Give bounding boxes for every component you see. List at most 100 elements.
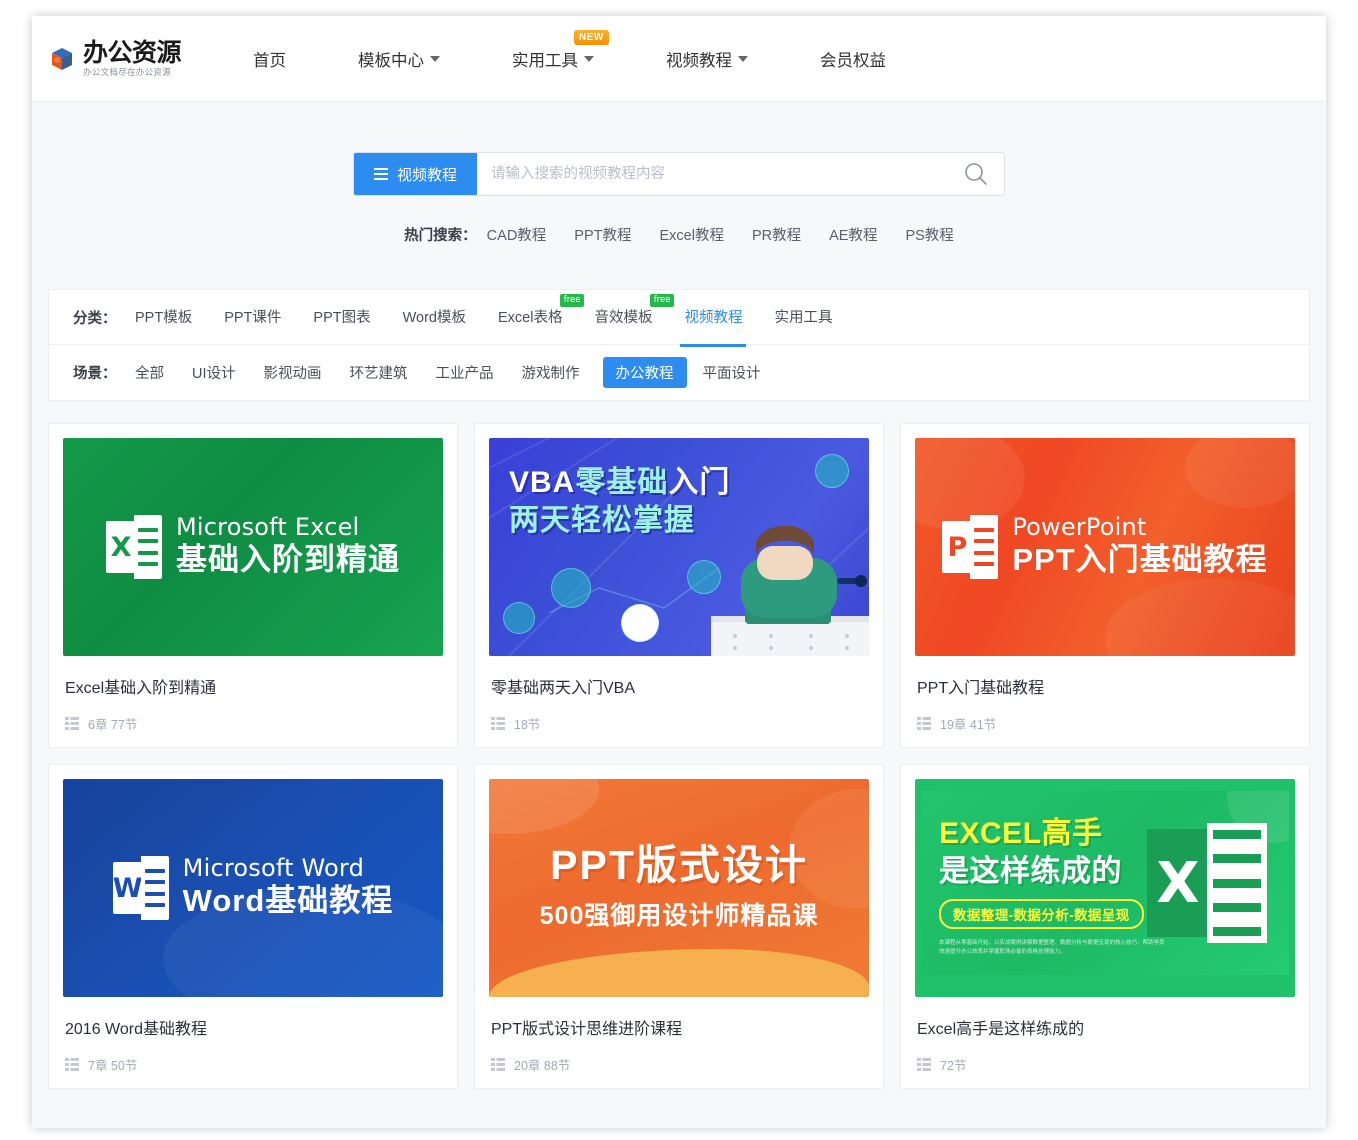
nav-label: 会员权益 — [820, 47, 886, 71]
thumbnail-brand-cn: PPT入门基础教程 — [1012, 541, 1267, 580]
category-filter-label: 分类： — [73, 307, 135, 328]
course-card[interactable]: W Microsoft Word Word基础教程 2016 Word基础教程 — [48, 764, 458, 1089]
course-title[interactable]: PPT版式设计思维进阶课程 — [489, 997, 869, 1039]
course-thumbnail-ppt-layout[interactable]: PPT版式设计 500强御用设计师精品课 — [489, 779, 869, 997]
course-meta: 20章 88节 — [489, 1039, 869, 1088]
person-at-desk-illustration — [711, 524, 869, 656]
nav-label: 首页 — [253, 47, 286, 71]
course-thumbnail-ppt-basic[interactable]: P PowerPoint PPT入门基础教程 — [915, 438, 1295, 656]
new-badge: NEW — [574, 30, 609, 45]
excel-logo-icon: X — [106, 515, 162, 579]
nav-item-video-tutorials[interactable]: 视频教程 — [666, 47, 748, 71]
vba-line1-b: 零基础 — [575, 466, 668, 499]
course-thumbnail-excel-basic[interactable]: X Microsoft Excel 基础入阶到精通 — [63, 438, 443, 656]
category-label: Excel表格 — [498, 310, 562, 326]
category-excel-sheet[interactable]: Excel表格 free — [498, 306, 562, 329]
vba-line1-c: 入门 — [668, 466, 730, 499]
course-card[interactable]: P PowerPoint PPT入门基础教程 PPT入门基础教程 — [900, 423, 1310, 748]
logo-grid — [134, 515, 162, 579]
decorative-circle-icon — [503, 602, 535, 634]
nav-item-tools[interactable]: 实用工具 NEW — [512, 47, 594, 71]
search-input[interactable] — [477, 153, 948, 195]
category-tools[interactable]: 实用工具 — [774, 306, 832, 329]
chevron-down-icon — [430, 56, 440, 62]
hot-search-label: 热门搜索： — [404, 224, 477, 245]
site-header: 办公资源 办公文档尽在办公资源 首页 模板中心 实用工具 NEW 视频教程 — [32, 16, 1326, 102]
scene-filter-label: 场景： — [73, 362, 135, 383]
site-logo[interactable]: 办公资源 办公文档尽在办公资源 — [48, 40, 198, 77]
category-ppt-template[interactable]: PPT模板 — [135, 306, 192, 329]
course-title[interactable]: 零基础两天入门VBA — [489, 656, 869, 698]
hot-search-item-ps[interactable]: PS教程 — [905, 224, 953, 245]
hot-search-item-ae[interactable]: AE教程 — [829, 224, 877, 245]
category-ppt-chart[interactable]: PPT图表 — [313, 306, 370, 329]
course-card[interactable]: EXCEL高手 是这样练成的 数据整理-数据分析-数据呈现 本课程从零基础开始，… — [900, 764, 1310, 1089]
hot-search-item-excel[interactable]: Excel教程 — [660, 224, 724, 245]
excel-logo-icon: X — [1147, 823, 1267, 943]
nav-label: 实用工具 — [512, 47, 578, 71]
course-thumbnail-vba[interactable]: VBA零基础入门 两天轻松掌握 — [489, 438, 869, 656]
banshi-line1: PPT版式设计 — [550, 844, 808, 887]
category-word-template[interactable]: Word模板 — [403, 306, 466, 329]
scene-graphic-design[interactable]: 平面设计 — [703, 362, 761, 383]
logo-grid — [141, 856, 169, 920]
course-thumbnail-word-basic[interactable]: W Microsoft Word Word基础教程 — [63, 779, 443, 997]
scene-filter-row: 场景： 全部 UI设计 影视动画 环艺建筑 工业产品 游戏制作 办公教程 平面设… — [49, 345, 1309, 400]
thumbnail-brand-en: Microsoft Word — [183, 855, 394, 881]
nav-item-template-center[interactable]: 模板中心 — [358, 47, 440, 71]
course-title[interactable]: Excel高手是这样练成的 — [915, 997, 1295, 1039]
course-card[interactable]: VBA零基础入门 两天轻松掌握 — [474, 423, 884, 748]
thumbnail-text: PPT版式设计 500强御用设计师精品课 — [489, 779, 869, 997]
site-page: 办公资源 办公文档尽在办公资源 首页 模板中心 实用工具 NEW 视频教程 — [32, 16, 1326, 1128]
course-meta-text: 19章 41节 — [940, 714, 996, 733]
chapters-grid-icon — [65, 1058, 79, 1071]
gaoshou-fine-print: 本课程从零基础开始，以实战案例讲解数据整理、数据分析与数据呈现的核心技巧，帮助学… — [939, 939, 1169, 959]
course-meta-text: 72节 — [940, 1055, 966, 1074]
logo-grid — [970, 515, 998, 579]
course-meta: 72节 — [915, 1039, 1295, 1088]
search-bar: 视频教程 — [353, 152, 1005, 196]
search-section: 视频教程 热门搜索： CAD教程 PPT教程 Excel教程 PR教程 AE教程… — [32, 102, 1326, 289]
scene-ui-design[interactable]: UI设计 — [192, 362, 236, 383]
scene-environment-architecture[interactable]: 环艺建筑 — [350, 362, 408, 383]
hot-search-item-ppt[interactable]: PPT教程 — [574, 224, 631, 245]
course-title[interactable]: PPT入门基础教程 — [915, 656, 1295, 698]
search-category-button[interactable]: 视频教程 — [354, 153, 477, 195]
scene-film-animation[interactable]: 影视动画 — [264, 362, 322, 383]
nav-item-home[interactable]: 首页 — [253, 47, 286, 71]
course-meta: 18节 — [489, 698, 869, 747]
chevron-down-icon — [738, 56, 748, 62]
search-submit-button[interactable] — [948, 153, 1004, 195]
decorative-circle-icon — [551, 568, 591, 608]
scene-all[interactable]: 全部 — [135, 362, 164, 383]
hot-search-item-pr[interactable]: PR教程 — [752, 224, 801, 245]
thumbnail-text: EXCEL高手 是这样练成的 数据整理-数据分析-数据呈现 本课程从零基础开始，… — [939, 817, 1169, 958]
category-video-tutorial[interactable]: 视频教程 — [684, 306, 742, 329]
free-badge: free — [560, 294, 585, 307]
course-title[interactable]: Excel基础入阶到精通 — [63, 656, 443, 698]
scene-industrial-product[interactable]: 工业产品 — [436, 362, 494, 383]
scene-office-tutorial[interactable]: 办公教程 — [603, 357, 687, 388]
course-card[interactable]: X Microsoft Excel 基础入阶到精通 Excel基础入阶到精通 — [48, 423, 458, 748]
vba-line1-a: VBA — [509, 466, 575, 499]
chapters-grid-icon — [491, 717, 505, 730]
thumbnail-inner-panel: EXCEL高手 是这样练成的 数据整理-数据分析-数据呈现 本课程从零基础开始，… — [921, 791, 1289, 975]
course-meta: 6章 77节 — [63, 698, 443, 747]
course-title[interactable]: 2016 Word基础教程 — [63, 997, 443, 1039]
thumbnail-brand-en: PowerPoint — [1012, 514, 1267, 540]
course-thumbnail-excel-master[interactable]: EXCEL高手 是这样练成的 数据整理-数据分析-数据呈现 本课程从零基础开始，… — [915, 779, 1295, 997]
magnifier-icon — [963, 161, 989, 187]
logo-letter: X — [1147, 829, 1209, 937]
nav-item-membership[interactable]: 会员权益 — [820, 47, 886, 71]
free-badge: free — [650, 294, 675, 307]
course-card[interactable]: PPT版式设计 500强御用设计师精品课 PPT版式设计思维进阶课程 20章 8… — [474, 764, 884, 1089]
logo-letter: W — [113, 862, 143, 914]
hot-search-item-cad[interactable]: CAD教程 — [487, 224, 547, 245]
logo-letter: X — [106, 521, 136, 573]
scene-game-production[interactable]: 游戏制作 — [522, 362, 580, 383]
category-audio-template[interactable]: 音效模板 free — [594, 306, 652, 329]
nav-label: 视频教程 — [666, 47, 732, 71]
logo-tagline: 办公文档尽在办公资源 — [83, 68, 181, 77]
thumbnail-text: PowerPoint PPT入门基础教程 — [1012, 514, 1267, 580]
category-ppt-courseware[interactable]: PPT课件 — [224, 306, 281, 329]
